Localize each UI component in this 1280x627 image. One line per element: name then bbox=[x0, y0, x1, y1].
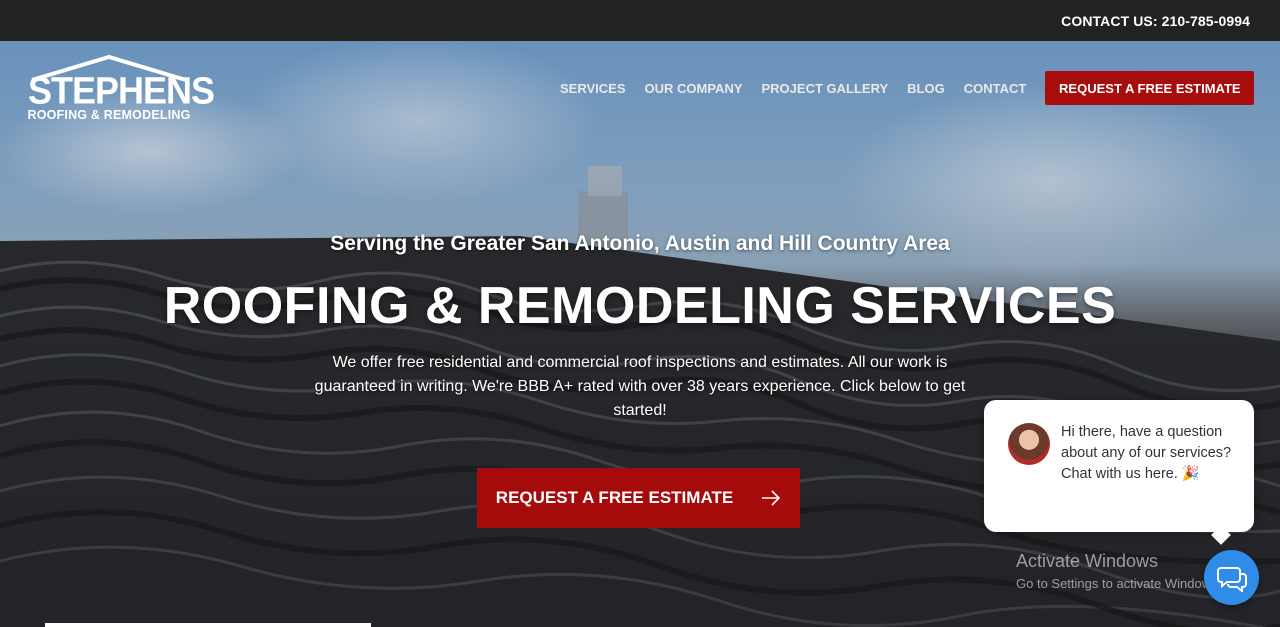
contact-phone[interactable]: CONTACT US: 210-785-0994 bbox=[1061, 13, 1250, 29]
agent-avatar bbox=[1008, 423, 1050, 465]
nav-project-gallery[interactable]: PROJECT GALLERY bbox=[762, 81, 889, 96]
chat-bubbles-icon bbox=[1216, 566, 1247, 592]
logo-brand: STEPHENS bbox=[28, 68, 215, 112]
nav-services[interactable]: SERVICES bbox=[560, 81, 626, 96]
logo-tagline: ROOFING & REMODELING bbox=[27, 108, 191, 122]
hero-content: Serving the Greater San Antonio, Austin … bbox=[0, 232, 1280, 419]
top-bar: CONTACT US: 210-785-0994 bbox=[0, 0, 1280, 41]
nav-request-estimate-button[interactable]: REQUEST A FREE ESTIMATE bbox=[1045, 71, 1255, 105]
nav-contact[interactable]: CONTACT bbox=[964, 81, 1027, 96]
windows-activation-watermark: Activate Windows Go to Settings to activ… bbox=[1016, 551, 1221, 591]
hero-description: We offer free residential and commercial… bbox=[314, 354, 966, 419]
chat-launcher-button[interactable] bbox=[1204, 550, 1259, 605]
party-popper-icon: 🎉 bbox=[1181, 466, 1200, 482]
watermark-title: Activate Windows bbox=[1016, 551, 1159, 571]
hero-subtitle: Serving the Greater San Antonio, Austin … bbox=[330, 232, 950, 255]
hero-headline: ROOFING & REMODELING SERVICES bbox=[163, 277, 1117, 335]
main-nav: SERVICES OUR COMPANY PROJECT GALLERY BLO… bbox=[560, 71, 1255, 105]
bottom-edge-strip bbox=[45, 623, 371, 627]
watermark-subtitle: Go to Settings to activate Windows. bbox=[1016, 576, 1222, 591]
nav-blog[interactable]: BLOG bbox=[907, 81, 945, 96]
hero-request-estimate-button[interactable]: REQUEST A FREE ESTIMATE bbox=[477, 468, 800, 528]
chat-message: Hi there, have a question about any of o… bbox=[1061, 422, 1241, 485]
arrow-right-icon bbox=[761, 490, 781, 506]
site-logo[interactable]: STEPHENS ROOFING & REMODELING bbox=[24, 54, 215, 124]
chat-popup[interactable]: Hi there, have a question about any of o… bbox=[984, 400, 1254, 545]
chat-message-text: Hi there, have a question about any of o… bbox=[1061, 424, 1232, 482]
nav-our-company[interactable]: OUR COMPANY bbox=[645, 81, 743, 96]
hero-cta-label: REQUEST A FREE ESTIMATE bbox=[495, 488, 734, 507]
